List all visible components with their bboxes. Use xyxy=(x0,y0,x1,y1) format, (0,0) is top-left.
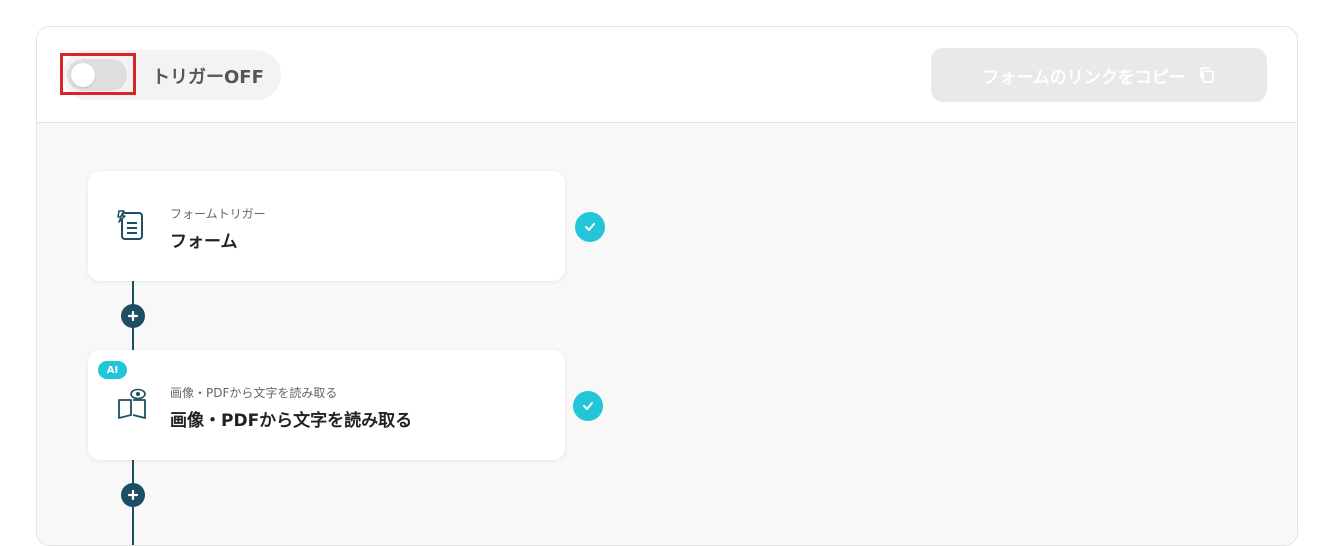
step-title: 画像・PDFから文字を読み取る xyxy=(170,411,413,431)
step-title: フォーム xyxy=(170,232,238,252)
form-trigger-icon xyxy=(117,210,143,240)
add-step-button[interactable] xyxy=(121,304,145,328)
flow-header: トリガーOFF フォームのリンクをコピー xyxy=(37,27,1297,123)
book-eye-icon xyxy=(118,388,146,419)
step-complete-check-icon xyxy=(573,391,603,421)
step-subtitle: フォームトリガー xyxy=(170,207,266,221)
step-card-form-trigger[interactable]: フォームトリガー フォーム xyxy=(88,171,565,281)
step-complete-check-icon xyxy=(575,212,605,242)
copy-icon xyxy=(1199,67,1214,83)
step-card-ocr[interactable]: AI 画像・PDFから文字を読み取る 画像・PDFから文字を読み取る xyxy=(88,350,565,460)
add-step-button[interactable] xyxy=(121,483,145,507)
toggle-knob xyxy=(71,63,95,87)
check-icon xyxy=(583,402,593,410)
copy-form-link-label: フォームのリンクをコピー xyxy=(982,67,1186,88)
copy-form-link-button[interactable]: フォームのリンクをコピー xyxy=(931,48,1267,102)
plus-icon xyxy=(127,310,139,322)
trigger-status-label: トリガーOFF xyxy=(152,67,264,88)
ai-badge: AI xyxy=(98,361,127,379)
trigger-toggle-switch[interactable] xyxy=(67,59,127,91)
flow-panel: トリガーOFF フォームのリンクをコピー フォームトリガー フォーム AI 画像… xyxy=(36,26,1298,546)
plus-icon xyxy=(127,489,139,501)
step-subtitle: 画像・PDFから文字を読み取る xyxy=(170,386,338,400)
check-icon xyxy=(585,223,595,231)
